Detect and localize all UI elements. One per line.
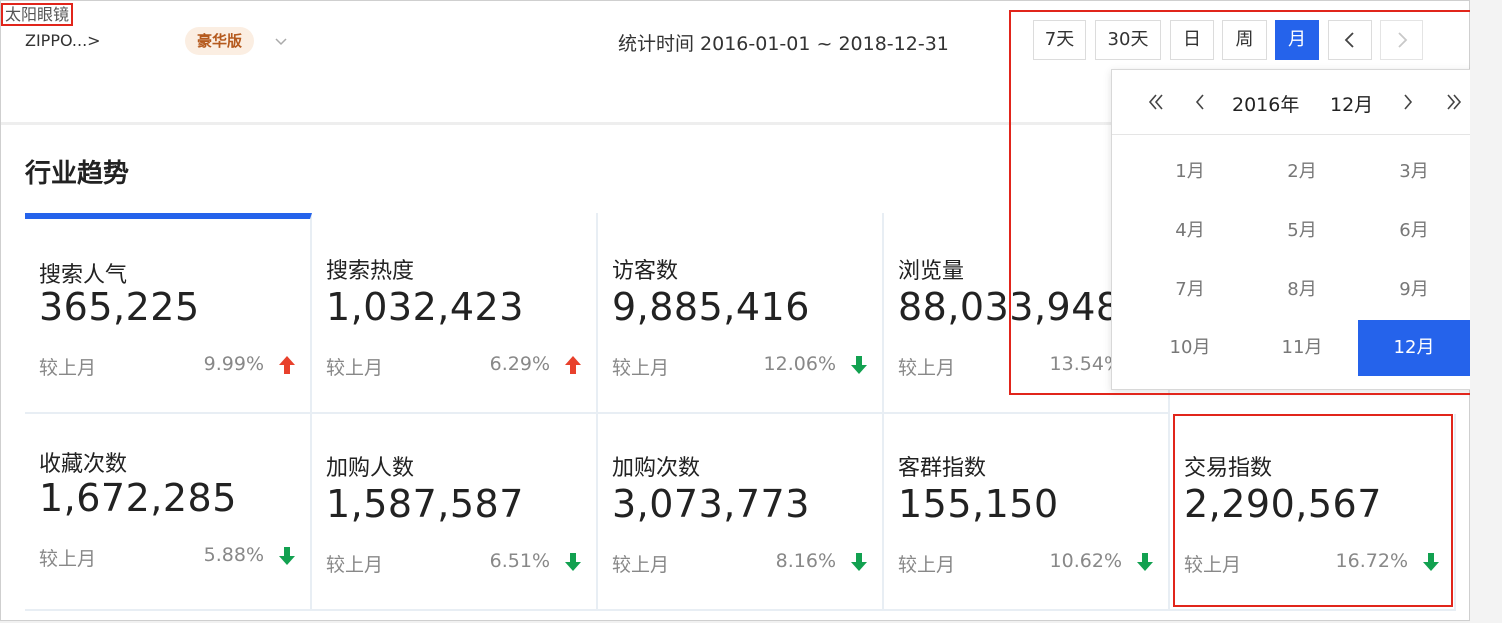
breadcrumb-current[interactable]: 太阳眼镜 [1,3,74,26]
card-compare-label: 较上月 [612,357,670,379]
page-frame: ZIPPO...> 太阳眼镜 豪华版 统计时间 2016-01-01 ~ 201… [0,0,1496,621]
card-label: 客群指数 [898,456,987,481]
stat-card-search-heat[interactable]: 搜索热度 1,032,423 较上月 6.29% [312,213,598,414]
arrow-down-icon [279,547,295,565]
arrow-down-icon [1137,553,1153,571]
card-percent: 8.16% [775,550,836,572]
card-value: 1,032,423 [326,285,524,329]
stat-time: 统计时间 2016-01-01 ~ 2018-12-31 [618,33,949,55]
arrow-down-icon [851,553,867,571]
card-percent: 12.06% [763,353,836,375]
edition-badge: 豪华版 [185,27,255,55]
section-title: 行业趋势 [25,159,130,189]
card-compare-label: 较上月 [39,357,97,379]
stat-card-cart-count[interactable]: 加购次数 3,073,773 较上月 8.16% [598,414,884,611]
card-compare-label: 较上月 [612,554,670,576]
arrow-up-icon [565,356,581,374]
card-percent: 10.62% [1049,550,1122,572]
stat-card-customer-index[interactable]: 客群指数 155,150 较上月 10.62% [884,414,1170,611]
card-compare-label: 较上月 [898,554,956,576]
card-label: 加购人数 [326,456,415,481]
card-value: 155,150 [898,482,1059,526]
card-percent: 5.88% [203,544,264,566]
arrow-down-icon [565,553,581,571]
card-compare-label: 较上月 [39,548,97,570]
arrow-up-icon [279,356,295,374]
arrow-down-icon [851,356,867,374]
scrollbar-track[interactable] [1470,0,1502,623]
card-percent: 6.29% [489,353,550,375]
card-label: 搜索热度 [326,259,415,284]
card-label: 访客数 [612,259,679,284]
card-value: 365,225 [39,285,200,329]
stat-card-cart-users[interactable]: 加购人数 1,587,587 较上月 6.51% [312,414,598,611]
stat-card-visitors[interactable]: 访客数 9,885,416 较上月 12.06% [598,213,884,414]
card-label: 收藏次数 [39,452,128,477]
breadcrumb-root[interactable]: ZIPPO...> [25,31,101,50]
card-value: 1,672,285 [39,476,237,520]
annotation-box-picker [1009,10,1496,395]
card-percent: 6.51% [489,550,550,572]
card-value: 9,885,416 [612,285,810,329]
annotation-box-card [1173,414,1453,607]
chevron-down-icon[interactable] [273,33,289,49]
card-value: 3,073,773 [612,482,810,526]
card-compare-label: 较上月 [326,357,384,379]
stat-card-search-popularity[interactable]: 搜索人气 365,225 较上月 9.99% [25,213,312,414]
card-compare-label: 较上月 [898,357,956,379]
card-percent: 9.99% [203,353,264,375]
card-value: 1,587,587 [326,482,524,526]
card-label: 加购次数 [612,456,701,481]
stat-card-favorites[interactable]: 收藏次数 1,672,285 较上月 5.88% [25,414,312,611]
card-label: 浏览量 [898,259,965,284]
card-compare-label: 较上月 [326,554,384,576]
